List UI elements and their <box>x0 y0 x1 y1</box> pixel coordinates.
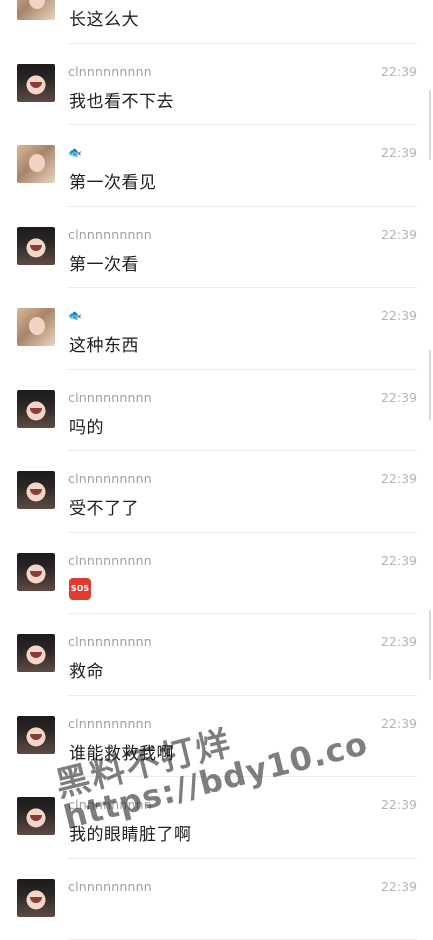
message-time: 22:39 <box>381 797 417 812</box>
message-text: 我也看不下去 <box>69 87 174 112</box>
chat-message[interactable]: clnnnnnnnnn 22:39 受不了了 <box>0 451 433 533</box>
sos-emoji: SOS <box>69 578 91 600</box>
sender-avatar[interactable] <box>17 0 55 20</box>
chat-message[interactable]: clnnnnnnnnn 22:39 我也看不下去 <box>0 44 433 126</box>
sender-avatar[interactable] <box>17 716 55 754</box>
scrollbar-thumb[interactable] <box>429 350 431 420</box>
sender-avatar[interactable] <box>17 145 55 183</box>
message-time: 22:39 <box>381 634 417 649</box>
message-time: 22:39 <box>381 716 417 731</box>
sender-avatar[interactable] <box>17 797 55 835</box>
message-text: 第一次看见 <box>69 168 157 193</box>
message-time: 22:39 <box>381 879 417 894</box>
sender-name: clnnnnnnnnn <box>68 716 152 731</box>
sender-name-fish-icon: 🐟 <box>68 309 82 322</box>
sender-avatar[interactable] <box>17 308 55 346</box>
chat-message[interactable]: clnnnnnnnnn 22:39 谁能救救我啊 <box>0 696 433 778</box>
sender-avatar[interactable] <box>17 634 55 672</box>
message-text: 救命 <box>69 657 104 682</box>
sender-avatar[interactable] <box>17 879 55 917</box>
sender-name: clnnnnnnnnn <box>68 471 152 486</box>
sender-avatar[interactable] <box>17 227 55 265</box>
chat-message[interactable]: clnnnnnnnnn 22:39 吗的 <box>0 370 433 452</box>
sender-avatar[interactable] <box>17 64 55 102</box>
message-text: SOS <box>69 576 91 600</box>
message-time: 22:39 <box>381 64 417 79</box>
message-text: 第一次看 <box>69 250 139 275</box>
scrollbar-thumb[interactable] <box>429 90 431 160</box>
sender-name: clnnnnnnnnn <box>68 390 152 405</box>
sender-name: clnnnnnnnnn <box>68 879 152 894</box>
message-time: 22:39 <box>381 471 417 486</box>
chat-message[interactable]: 🐟 22:39 第一次看见 <box>0 125 433 207</box>
message-time: 22:39 <box>381 553 417 568</box>
sender-avatar[interactable] <box>17 471 55 509</box>
sender-name: clnnnnnnnnn <box>68 797 152 812</box>
sender-avatar[interactable] <box>17 553 55 591</box>
chat-message[interactable]: clnnnnnnnnn 22:39 第一次看 <box>0 207 433 289</box>
message-text: 长这么大 <box>69 5 139 30</box>
chat-message[interactable]: clnnnnnnnnn 22:39 救命 <box>0 614 433 696</box>
scrollbar-thumb[interactable] <box>429 610 431 680</box>
chat-message[interactable]: clnnnnnnnnn 22:39 我的眼睛脏了啊 <box>0 777 433 859</box>
message-time: 22:39 <box>381 145 417 160</box>
chat-message[interactable]: clnnnnnnnnn 22:39 <box>0 859 433 940</box>
chat-message[interactable]: clnnnnnnnnn 22:39 SOS <box>0 533 433 615</box>
sender-name: clnnnnnnnnn <box>68 553 152 568</box>
message-time: 22:39 <box>381 308 417 323</box>
chat-message[interactable]: 🐟 22:39 这种东西 <box>0 288 433 370</box>
sender-name-fish-icon: 🐟 <box>68 146 82 159</box>
message-text: 我的眼睛脏了啊 <box>69 820 192 845</box>
message-time: 22:39 <box>381 227 417 242</box>
message-text: 受不了了 <box>69 494 139 519</box>
message-text: 吗的 <box>69 413 104 438</box>
sender-name: clnnnnnnnnn <box>68 64 152 79</box>
message-time: 22:39 <box>381 390 417 405</box>
sender-name: clnnnnnnnnn <box>68 634 152 649</box>
sender-avatar[interactable] <box>17 390 55 428</box>
chat-message-list[interactable]: 长这么大 clnnnnnnnnn 22:39 我也看不下去 🐟 22:39 第一次看见 cln… <box>0 0 433 882</box>
message-text: 谁能救救我啊 <box>69 739 174 764</box>
sender-name: clnnnnnnnnn <box>68 227 152 242</box>
message-text: 这种东西 <box>69 331 139 356</box>
chat-message[interactable]: 长这么大 <box>0 0 433 44</box>
